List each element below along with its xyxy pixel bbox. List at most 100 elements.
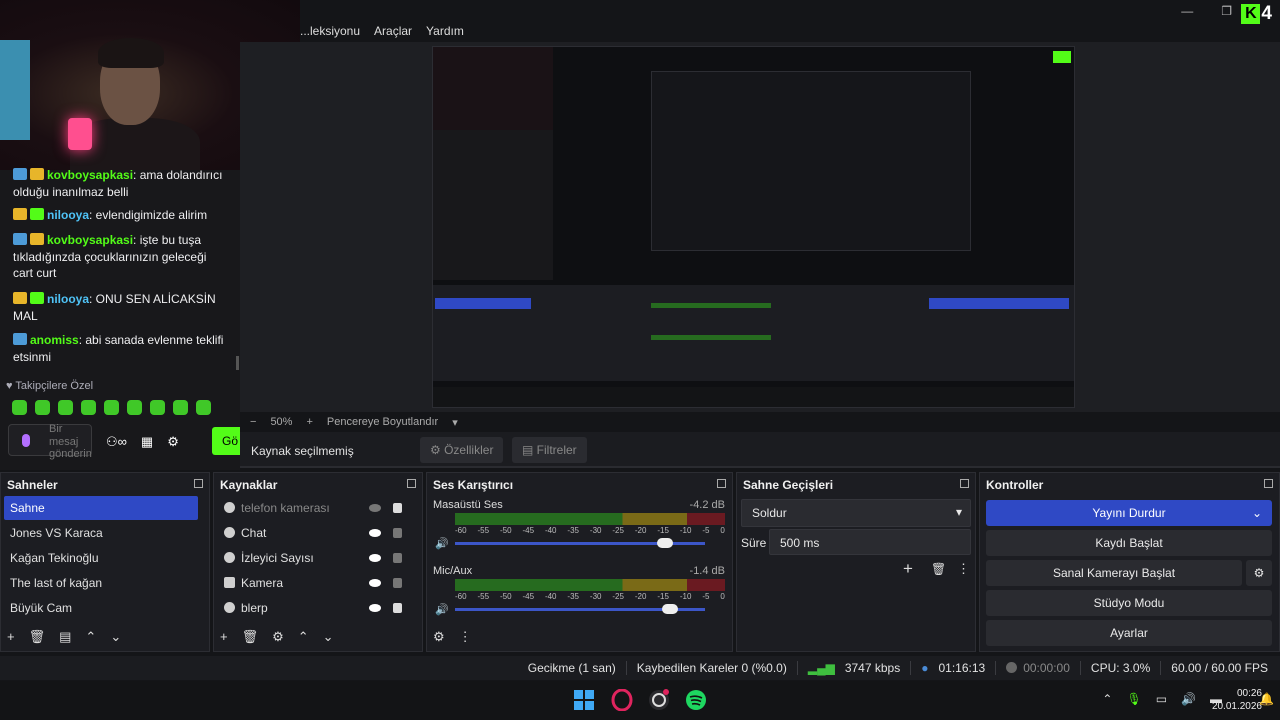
down-icon[interactable]: ⌄ [323, 629, 334, 645]
virtual-camera-button[interactable]: Sanal Kamerayı Başlat [986, 560, 1242, 586]
volume-icon[interactable]: 🔊 [1181, 692, 1196, 706]
chevron-down-icon[interactable]: ⌄ [1252, 506, 1262, 520]
properties-button[interactable]: ⚙ Özellikler [420, 437, 504, 463]
fit-window-select[interactable]: Pencereye Boyutlandır [327, 416, 438, 428]
windows-start-icon[interactable] [573, 689, 595, 711]
send-button[interactable]: Gö [212, 427, 240, 455]
emote-icon[interactable] [12, 400, 27, 415]
trash-icon[interactable]: 🗑 [931, 562, 946, 576]
chat-username[interactable]: nilooya [47, 208, 89, 222]
clock[interactable]: 00:26 20.01.2026 [1212, 687, 1262, 713]
volume-meter [455, 513, 725, 525]
menu-help[interactable]: Yardım [426, 24, 464, 38]
store-icon[interactable]: ▦ [141, 434, 153, 450]
chevron-up-icon[interactable]: ⌃ [1102, 692, 1112, 706]
source-item[interactable]: blerp [217, 596, 407, 620]
stop-stream-button[interactable]: Yayını Durdur ⌄ [986, 500, 1272, 526]
spotify-icon[interactable] [685, 689, 707, 711]
mic-tray-icon[interactable]: 🎙 [1126, 692, 1141, 706]
add-icon[interactable]: + [220, 629, 228, 645]
menu-collection[interactable]: ...leksiyonu [300, 24, 360, 38]
notification-icon[interactable]: 🔔 [1259, 692, 1274, 706]
restore-icon[interactable]: ❐ [1221, 4, 1232, 18]
emote-icon[interactable] [150, 400, 165, 415]
scene-item[interactable]: Büyük Cam [4, 596, 198, 620]
source-item[interactable]: İzleyici Sayısı [217, 546, 407, 570]
fader-knob[interactable] [662, 604, 678, 614]
chat-scrollbar[interactable] [236, 356, 239, 370]
scene-item[interactable]: Jones VS Karaca [4, 521, 198, 545]
emote-icon[interactable] [127, 400, 142, 415]
undock-icon[interactable] [407, 479, 416, 488]
studio-mode-button[interactable]: Stüdyo Modu [986, 590, 1272, 616]
unlock-icon[interactable] [393, 578, 402, 588]
add-icon[interactable]: + [7, 629, 15, 645]
mixer-channel: Mic/Aux -1.4 dB -60 -55 -50 -45 -40 -35 -30 -25… [433, 565, 725, 616]
speaker-icon[interactable]: 🔊 [435, 603, 449, 616]
display-icon[interactable]: ▭ [1156, 692, 1167, 706]
obs-icon[interactable] [648, 689, 670, 711]
start-record-button[interactable]: Kaydı Başlat [986, 530, 1272, 556]
minimize-icon[interactable]: — [1181, 4, 1193, 18]
fader-knob[interactable] [657, 538, 673, 548]
emote-icon[interactable] [196, 400, 211, 415]
lock-icon[interactable] [393, 503, 402, 513]
emote-icon[interactable] [173, 400, 188, 415]
scene-item[interactable]: The last of kağan [4, 571, 198, 595]
speaker-icon[interactable]: 🔊 [435, 537, 449, 550]
advanced-audio-icon[interactable]: ⚙ [433, 629, 445, 645]
eye-icon[interactable] [369, 554, 381, 562]
opera-gx-icon[interactable] [611, 689, 633, 711]
scene-item[interactable]: Sahne [4, 496, 198, 520]
up-icon[interactable]: ⌃ [85, 629, 96, 645]
add-icon[interactable]: + [903, 559, 913, 579]
emote-icon[interactable] [81, 400, 96, 415]
emote-icon[interactable] [35, 400, 50, 415]
people-icon[interactable]: ⚇∞ [106, 434, 127, 450]
undock-icon[interactable] [960, 479, 969, 488]
more-icon[interactable]: ⋮ [459, 629, 472, 645]
chat-username[interactable]: nilooya [47, 292, 89, 306]
preview-canvas[interactable] [432, 46, 1075, 408]
source-item[interactable]: telefon kamerası [217, 496, 407, 520]
filters-button[interactable]: ▤ Filtreler [512, 437, 587, 463]
eye-icon[interactable] [369, 579, 381, 587]
transition-select[interactable]: Soldur ▾ [741, 499, 971, 527]
lock-icon[interactable] [393, 603, 402, 613]
duration-input[interactable]: 500 ms [769, 529, 971, 555]
more-icon[interactable]: ⋮ [957, 561, 970, 577]
chevron-down-icon[interactable]: ▾ [452, 416, 458, 429]
eye-icon[interactable] [369, 529, 381, 537]
chat-username[interactable]: kovboysapkasi [47, 168, 133, 182]
up-icon[interactable]: ⌃ [298, 629, 309, 645]
undock-icon[interactable] [1264, 479, 1273, 488]
trash-icon[interactable]: 🗑 [242, 629, 259, 645]
eye-hidden-icon[interactable] [369, 504, 381, 512]
source-item[interactable]: Kamera [217, 571, 407, 595]
emote-icon[interactable] [104, 400, 119, 415]
nested-meter [651, 335, 771, 340]
trash-icon[interactable]: 🗑 [29, 629, 46, 645]
emote-icon[interactable] [58, 400, 73, 415]
eye-icon[interactable] [369, 604, 381, 612]
chat-username[interactable]: kovboysapkasi [47, 233, 133, 247]
unlock-icon[interactable] [393, 528, 402, 538]
scene-item[interactable]: Kağan Tekinoğlu [4, 546, 198, 570]
gear-icon[interactable]: ⚙ [272, 629, 284, 645]
down-icon[interactable]: ⌄ [110, 629, 121, 645]
record-time-wrap: 00:00:00 [1006, 661, 1070, 675]
chat-input[interactable]: Bir mesaj gönderin [8, 423, 92, 460]
filter-icon[interactable]: ▤ [59, 629, 71, 645]
unlock-icon[interactable] [393, 553, 402, 563]
mic-icon[interactable] [22, 434, 30, 447]
zoom-in-button[interactable]: + [306, 416, 312, 428]
settings-button[interactable]: Ayarlar [986, 620, 1272, 646]
chat-username[interactable]: anomiss [30, 333, 79, 347]
gear-icon[interactable]: ⚙ [1246, 560, 1272, 586]
menu-tools[interactable]: Araçlar [374, 24, 412, 38]
gear-icon[interactable]: ⚙ [167, 434, 179, 450]
undock-icon[interactable] [717, 479, 726, 488]
zoom-out-button[interactable]: − [250, 416, 256, 428]
undock-icon[interactable] [194, 479, 203, 488]
source-item[interactable]: Chat [217, 521, 407, 545]
